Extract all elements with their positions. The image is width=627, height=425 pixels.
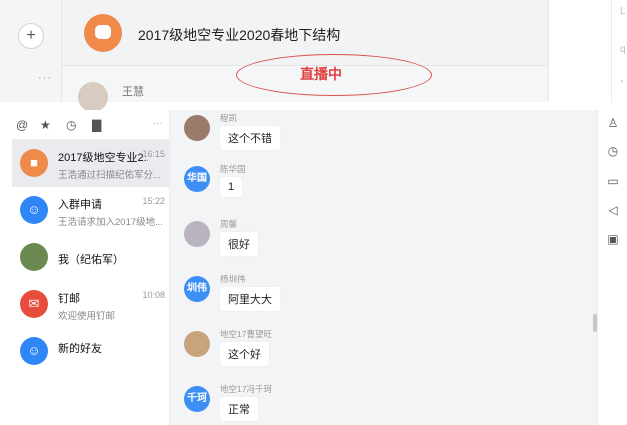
session-preview: 王浩请求加入2017级地... [58, 217, 162, 228]
message-bubble[interactable]: 1 [220, 177, 243, 197]
message-bubble[interactable]: 阿里大大 [220, 287, 280, 311]
add-icon[interactable]: + [18, 23, 44, 49]
folder-icon[interactable]: ▭ [606, 174, 620, 188]
divider [611, 0, 612, 102]
session-time: 10:08 [142, 290, 165, 300]
session-toolbar: @ ★ ◷ ▇ ··· [12, 110, 169, 140]
clipped-char: 、 [620, 70, 627, 85]
user-group-icon: ☺ [20, 196, 48, 224]
message-bubble[interactable]: 这个不错 [220, 126, 280, 150]
clock-icon[interactable]: ◷ [606, 144, 620, 158]
session-item-self[interactable]: 我（纪佑军） [12, 234, 169, 281]
avatar[interactable] [184, 331, 210, 357]
top-left-panel: + ··· [0, 0, 62, 102]
session-item-join-requests[interactable]: ☺ 入群申请 15:22 王浩请求加入2017级地... [12, 187, 169, 234]
group-avatar[interactable] [84, 14, 122, 52]
more-icon[interactable]: ··· [38, 72, 52, 84]
session-name: 入群申请 [58, 199, 102, 211]
avatar[interactable]: 华国 [184, 166, 210, 192]
more-icon[interactable]: ··· [153, 118, 163, 129]
document-icon[interactable]: ▇ [92, 118, 101, 132]
add-friend-icon: ☺ [20, 337, 48, 365]
avatar [20, 243, 48, 271]
tv-icon[interactable]: ▣ [606, 232, 620, 246]
top-right-panel [548, 0, 627, 102]
clipped-char: q [620, 44, 626, 55]
session-name: 2017级地空专业2... [58, 152, 148, 164]
avatar[interactable]: 圳伟 [184, 276, 210, 302]
session-list: @ ★ ◷ ▇ ··· ■ 2017级地空专业2... 16:15 王浩通过扫描… [12, 110, 170, 425]
session-time: 15:22 [142, 196, 165, 206]
history-icon[interactable]: ◷ [66, 118, 76, 132]
session-time: 16:15 [142, 149, 165, 159]
avatar[interactable] [184, 221, 210, 247]
sender-name: 程凯 [220, 113, 238, 123]
megaphone-icon[interactable]: ◁ [606, 203, 620, 217]
chat-message-area[interactable]: 程凯 这个不错 华国 陈华国 1 周馨 很好 圳伟 杨圳伟 阿里大大 地空17曹… [170, 110, 597, 425]
message-bubble[interactable]: 这个好 [220, 342, 269, 366]
star-icon[interactable]: ★ [40, 118, 51, 132]
chat-tool-rail: ♙ ◷ ▭ ◁ ▣ [597, 110, 627, 425]
mail-icon: ✉ [20, 290, 48, 318]
message-bubble[interactable]: 很好 [220, 232, 258, 256]
avatar[interactable] [184, 115, 210, 141]
session-name: 钉邮 [58, 293, 80, 305]
member-name: 王慧 [122, 86, 144, 98]
session-item-group[interactable]: ■ 2017级地空专业2... 16:15 王浩通过扫描纪佑军分... [12, 140, 169, 187]
session-item-mail[interactable]: ✉ 钉邮 10:08 欢迎使用钉邮 [12, 281, 169, 328]
session-preview: 欢迎使用钉邮 [58, 311, 116, 322]
session-item-new-friends[interactable]: ☺ 新的好友 [12, 328, 169, 375]
group-avatar: ■ [20, 149, 48, 177]
sender-name: 陈华国 [220, 164, 246, 174]
avatar[interactable]: 千珂 [184, 386, 210, 412]
avatar[interactable] [78, 82, 108, 112]
session-name: 我（纪佑军） [58, 254, 124, 266]
app-screenshot: + ··· 2017级地空专业2020春地下结构 王慧 直播中 L q 、 @ … [0, 0, 627, 425]
session-name: 新的好友 [58, 343, 102, 355]
session-preview: 王浩通过扫描纪佑军分... [58, 170, 161, 181]
group-title: 2017级地空专业2020春地下结构 [138, 27, 341, 43]
sender-name: 地空17冯千珂 [220, 384, 272, 394]
sender-name: 地空17曹望旺 [220, 329, 272, 339]
live-status-label[interactable]: 直播中 [300, 64, 342, 84]
sender-name: 周馨 [220, 219, 238, 229]
add-member-icon[interactable]: ♙ [606, 116, 620, 130]
message-bubble[interactable]: 正常 [220, 397, 258, 421]
clipped-char: L [620, 6, 626, 17]
at-icon[interactable]: @ [16, 118, 28, 132]
sender-name: 杨圳伟 [220, 274, 246, 284]
